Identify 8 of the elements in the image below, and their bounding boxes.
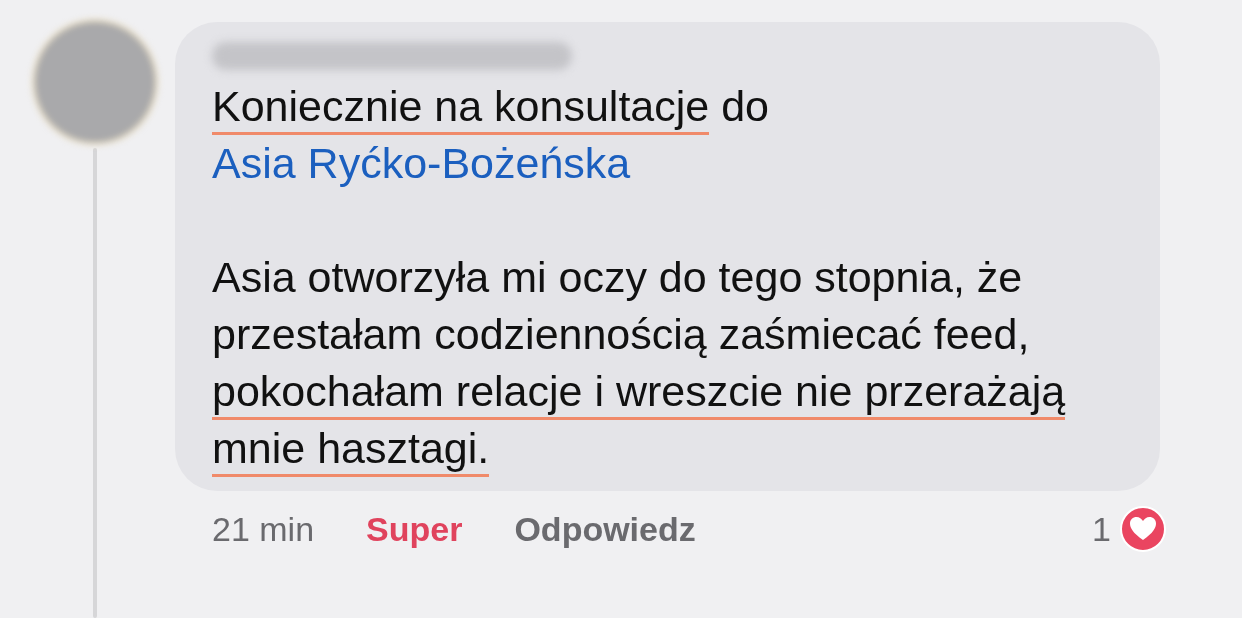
mention-link[interactable]: Asia Ryćko-Bożeńska [212, 139, 631, 187]
reaction-link[interactable]: Super [366, 509, 463, 549]
reply-link[interactable]: Odpowiedz [514, 509, 696, 549]
reaction-count: 1 [1092, 509, 1111, 549]
comment-text: Asia otworzyła mi oczy do tego stopnia, że przestałam codziennością zaśmiecać feed, pokochałam relacje i wreszcie nie przerażają mnie hasztagi. [212, 249, 1127, 477]
timestamp: 21 min [212, 509, 315, 549]
avatar[interactable] [35, 22, 155, 142]
comment-text: Koniecznie na konsultacje do Asia Ryćko-Bożeńska [212, 81, 770, 189]
